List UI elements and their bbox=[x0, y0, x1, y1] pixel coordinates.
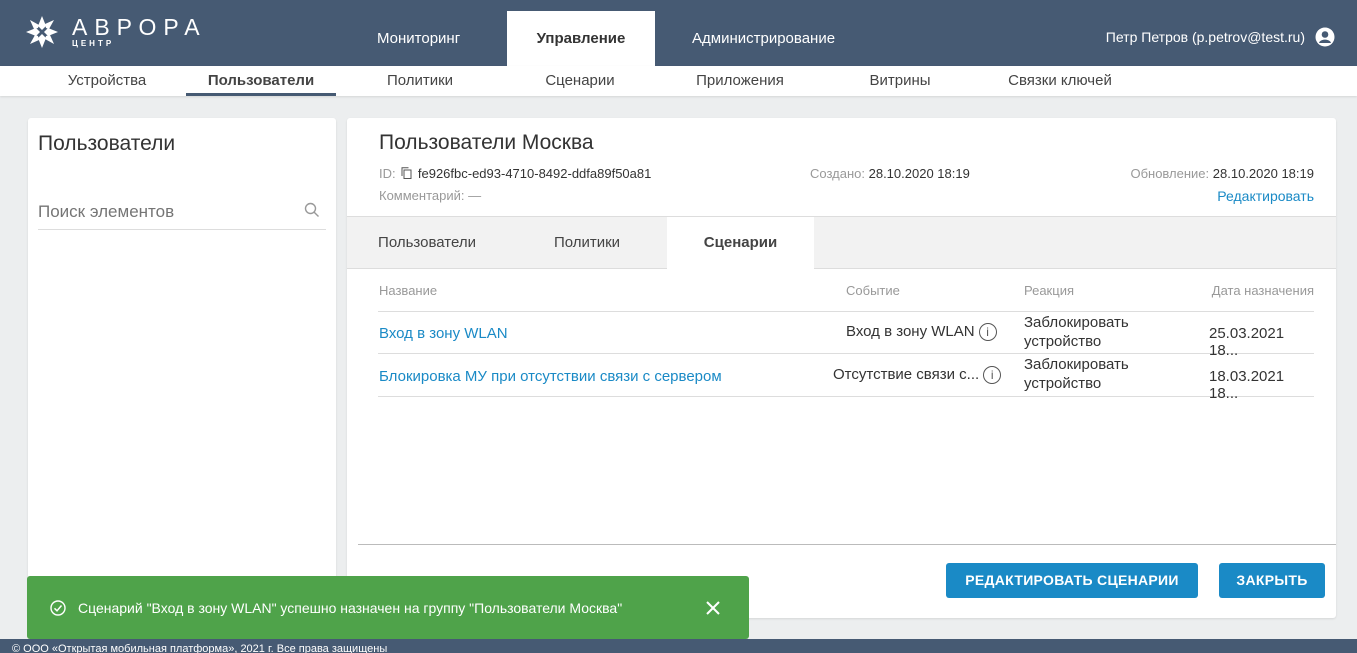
subnav-keychains[interactable]: Связки ключей bbox=[985, 66, 1135, 96]
info-icon[interactable]: i bbox=[983, 366, 1002, 385]
reaction-line1: Заблокировать bbox=[1024, 314, 1129, 331]
updated-label: Обновление: bbox=[1130, 166, 1210, 181]
subnav-policies[interactable]: Политики bbox=[345, 66, 495, 96]
column-event: Событие bbox=[846, 283, 900, 298]
scenario-event: Вход в зону WLAN i bbox=[846, 323, 997, 342]
subnav-applications[interactable]: Приложения bbox=[665, 66, 815, 96]
success-toast: Сценарий "Вход в зону WLAN" успешно назн… bbox=[27, 576, 749, 639]
tab-scenarios[interactable]: Сценарии bbox=[667, 217, 814, 270]
scenario-event-text: Вход в зону WLAN bbox=[846, 323, 975, 340]
group-tabs: Пользователи Политики Сценарии bbox=[347, 216, 1336, 270]
assignment-date: 18.03.2021 18... bbox=[1209, 368, 1285, 402]
scenario-reaction: Заблокировать устройство bbox=[1024, 355, 1129, 393]
main-tab-administration[interactable]: Администрирование bbox=[670, 11, 857, 66]
user-avatar-icon bbox=[1315, 27, 1335, 47]
search-icon[interactable] bbox=[304, 202, 320, 218]
group-id-label: ID: bbox=[379, 166, 396, 181]
group-comment: Комментарий: — bbox=[379, 188, 481, 203]
subnav-scenarios[interactable]: Сценарии bbox=[505, 66, 655, 96]
aurora-logo-icon bbox=[26, 16, 58, 48]
group-comment-value: — bbox=[468, 188, 482, 203]
created-value: 28.10.2020 18:19 bbox=[868, 166, 970, 181]
footer: © ООО «Открытая мобильная платформа», 20… bbox=[0, 639, 1357, 653]
scenario-event: Отсутствие связи с... i bbox=[833, 366, 1002, 385]
reaction-line2: устройство bbox=[1024, 333, 1102, 350]
group-created: Создано: 28.10.2020 18:19 bbox=[810, 166, 970, 181]
main-tab-management[interactable]: Управление bbox=[507, 11, 655, 66]
edit-link[interactable]: Редактировать bbox=[1217, 188, 1314, 204]
scenario-name-link[interactable]: Блокировка МУ при отсутствии связи с сер… bbox=[379, 368, 722, 385]
logo[interactable]: АВРОРА ЦЕНТР bbox=[24, 14, 207, 50]
search-box bbox=[38, 198, 326, 230]
group-id-value: fe926fbc-ed93-4710-8492-ddfa89f50a81 bbox=[417, 166, 652, 181]
scenario-name-link[interactable]: Вход в зону WLAN bbox=[379, 325, 508, 342]
subnav-devices[interactable]: Устройства bbox=[33, 66, 181, 96]
logo-name: АВРОРА bbox=[72, 14, 207, 40]
left-panel bbox=[28, 118, 336, 618]
edit-scenarios-button[interactable]: РЕДАКТИРОВАТЬ СЦЕНАРИИ bbox=[946, 563, 1198, 598]
toast-message: Сценарий "Вход в зону WLAN" успешно назн… bbox=[78, 600, 623, 616]
main-tab-monitoring[interactable]: Мониторинг bbox=[355, 11, 507, 66]
sub-nav: Устройства Пользователи Политики Сценари… bbox=[0, 66, 1357, 96]
table-row[interactable]: Вход в зону WLAN Вход в зону WLAN i Забло… bbox=[378, 311, 1314, 359]
column-name: Название bbox=[379, 283, 438, 298]
created-label: Создано: bbox=[810, 166, 865, 181]
group-title: Пользователи Москва bbox=[379, 131, 594, 154]
top-bar: АВРОРА ЦЕНТР Мониторинг Управление Админ… bbox=[0, 0, 1357, 66]
scenario-event-text: Отсутствие связи с... bbox=[833, 366, 980, 383]
info-icon[interactable]: i bbox=[978, 323, 997, 342]
check-circle-icon bbox=[50, 600, 66, 616]
logo-sub: ЦЕНТР bbox=[72, 39, 115, 48]
updated-value: 28.10.2020 18:19 bbox=[1212, 166, 1314, 181]
search-input[interactable] bbox=[38, 198, 288, 226]
group-id: ID: fe926fbc-ed93-4710-8492-ddfa89f50a81 bbox=[379, 166, 651, 181]
table-row[interactable]: Блокировка МУ при отсутствии связи с сер… bbox=[378, 354, 1314, 402]
group-comment-label: Комментарий: bbox=[379, 188, 465, 203]
close-icon[interactable] bbox=[706, 601, 720, 615]
subnav-showcases[interactable]: Витрины bbox=[825, 66, 975, 96]
group-updated: Обновление: 28.10.2020 18:19 bbox=[1130, 166, 1314, 181]
tab-policies[interactable]: Политики bbox=[507, 217, 667, 269]
reaction-line1: Заблокировать bbox=[1024, 356, 1129, 373]
reaction-line2: устройство bbox=[1024, 375, 1102, 392]
close-button[interactable]: ЗАКРЫТЬ bbox=[1219, 563, 1325, 598]
panel-footer-divider bbox=[358, 544, 1336, 545]
user-menu[interactable]: Петр Петров (p.petrov@test.ru) bbox=[1106, 27, 1335, 47]
user-name: Петр Петров (p.petrov@test.ru) bbox=[1105, 29, 1305, 45]
column-reaction: Реакция bbox=[1024, 283, 1074, 298]
subnav-users[interactable]: Пользователи bbox=[186, 66, 336, 96]
column-date: Дата назначения bbox=[1211, 283, 1314, 298]
tab-users[interactable]: Пользователи bbox=[347, 217, 507, 269]
copy-icon[interactable] bbox=[401, 167, 412, 179]
scenario-reaction: Заблокировать устройство bbox=[1024, 313, 1129, 351]
left-panel-title: Пользователи bbox=[38, 132, 176, 155]
